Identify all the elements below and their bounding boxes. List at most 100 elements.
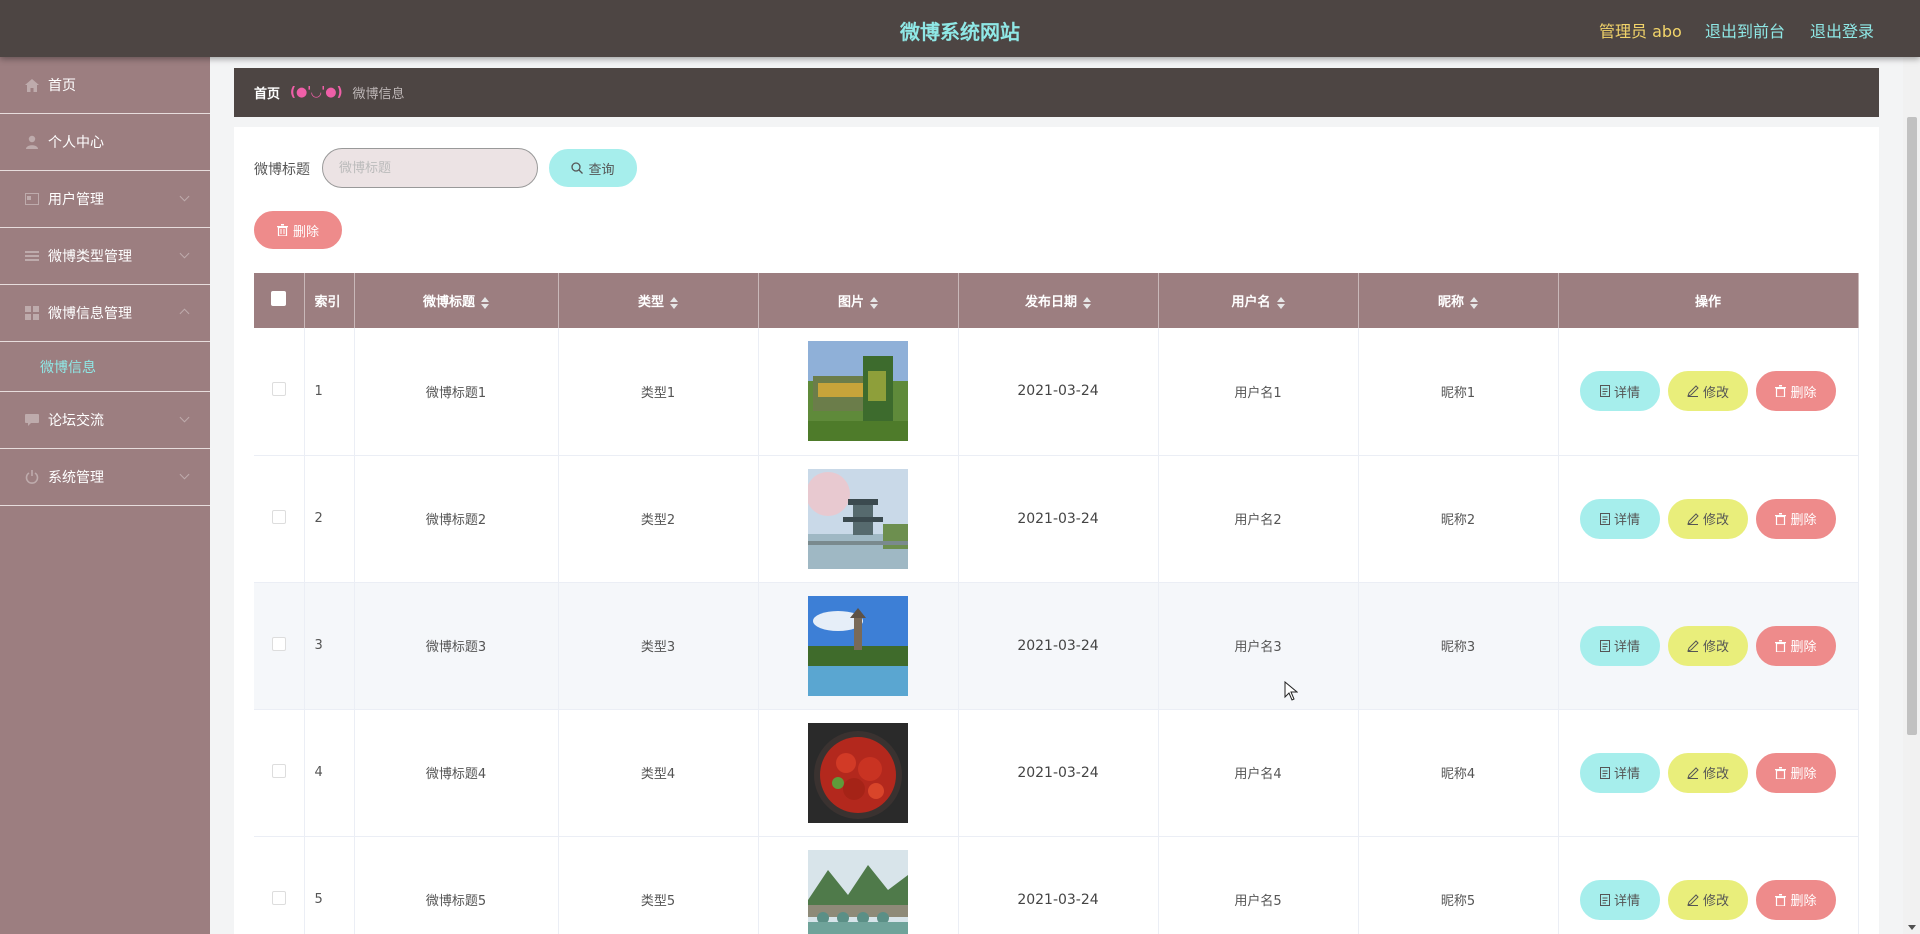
sidebar-item-forum[interactable]: 论坛交流 bbox=[0, 392, 210, 449]
scroll-down-arrow-icon[interactable] bbox=[1908, 925, 1916, 930]
breadcrumb-current: 微博信息 bbox=[352, 87, 405, 102]
table-row: 5 微博标题5 类型5 2021-03-24 用户名5 昵称5 详情 修改 删除 bbox=[254, 836, 1859, 934]
row-index: 2 bbox=[304, 455, 355, 582]
document-icon bbox=[1599, 512, 1610, 525]
list-icon bbox=[24, 249, 40, 263]
column-header-username[interactable]: 用户名 bbox=[1158, 273, 1359, 328]
row-checkbox[interactable] bbox=[271, 382, 286, 397]
breadcrumb: 首页 (●'◡'●) 微博信息 bbox=[234, 68, 1879, 117]
row-nickname: 昵称3 bbox=[1358, 582, 1559, 709]
sidebar-item-label: 系统管理 bbox=[48, 470, 104, 486]
row-index: 4 bbox=[304, 709, 355, 836]
select-all-checkbox[interactable] bbox=[271, 291, 287, 306]
edit-button[interactable]: 修改 bbox=[1668, 625, 1748, 666]
weibo-table: 索引 微博标题 类型 图片 发布日期 用户名 昵称 操作 1 微博标题1 类型1 bbox=[254, 273, 1859, 934]
batch-delete-button[interactable]: 删除 bbox=[254, 211, 342, 249]
column-header-date[interactable]: 发布日期 bbox=[958, 273, 1159, 328]
edit-button[interactable]: 修改 bbox=[1668, 498, 1748, 539]
document-icon bbox=[1599, 639, 1610, 652]
mouse-cursor-icon bbox=[1284, 681, 1298, 701]
row-index: 5 bbox=[304, 836, 355, 934]
sidebar-item-weibo-info-management[interactable]: 微博信息管理 bbox=[0, 285, 210, 342]
batch-delete-label: 删除 bbox=[292, 224, 319, 240]
row-title: 微博标题1 bbox=[354, 328, 559, 455]
sidebar-item-label: 微博类型管理 bbox=[48, 249, 132, 265]
trash-icon bbox=[276, 224, 288, 236]
breadcrumb-home[interactable]: 首页 bbox=[254, 83, 280, 102]
column-header-title[interactable]: 微博标题 bbox=[354, 273, 559, 328]
sort-icon[interactable] bbox=[1276, 296, 1285, 309]
sidebar-item-system-management[interactable]: 系统管理 bbox=[0, 449, 210, 506]
scrollbar-thumb[interactable] bbox=[1907, 117, 1917, 735]
pavilion-photo[interactable] bbox=[808, 468, 908, 569]
edit-button[interactable]: 修改 bbox=[1668, 371, 1748, 412]
detail-button[interactable]: 详情 bbox=[1580, 879, 1660, 920]
delete-button[interactable]: 删除 bbox=[1756, 625, 1836, 666]
bridge-photo[interactable] bbox=[808, 849, 908, 934]
column-header-index: 索引 bbox=[304, 273, 355, 328]
detail-button[interactable]: 详情 bbox=[1580, 371, 1660, 412]
detail-button[interactable]: 详情 bbox=[1580, 625, 1660, 666]
delete-button[interactable]: 删除 bbox=[1756, 498, 1836, 539]
search-button-label: 查询 bbox=[588, 162, 615, 178]
search-input[interactable] bbox=[322, 148, 538, 188]
sort-icon[interactable] bbox=[481, 296, 489, 309]
search-button[interactable]: 查询 bbox=[549, 149, 637, 187]
delete-button[interactable]: 删除 bbox=[1756, 752, 1836, 793]
select-all-cell bbox=[254, 273, 305, 328]
back-to-front-link[interactable]: 退出到前台 bbox=[1705, 18, 1785, 42]
document-icon bbox=[1599, 893, 1610, 906]
search-label: 微博标题 bbox=[254, 162, 310, 178]
chevron-down-icon bbox=[179, 412, 190, 423]
sidebar-subitem-weibo-info[interactable]: 微博信息 bbox=[0, 342, 210, 392]
chevron-down-icon bbox=[179, 191, 190, 202]
edit-button[interactable]: 修改 bbox=[1668, 879, 1748, 920]
home-icon bbox=[24, 78, 40, 92]
row-checkbox[interactable] bbox=[271, 763, 286, 778]
sort-icon[interactable] bbox=[670, 296, 678, 309]
row-checkbox[interactable] bbox=[271, 890, 286, 905]
row-type: 类型4 bbox=[558, 709, 759, 836]
detail-button[interactable]: 详情 bbox=[1580, 752, 1660, 793]
row-checkbox[interactable] bbox=[271, 509, 286, 524]
table-row: 4 微博标题4 类型4 2021-03-24 用户名4 昵称4 详情 修改 删除 bbox=[254, 709, 1859, 836]
vertical-scrollbar[interactable] bbox=[1903, 57, 1920, 934]
crayfish-photo[interactable] bbox=[808, 722, 908, 823]
row-title: 微博标题2 bbox=[354, 455, 559, 582]
delete-button[interactable]: 删除 bbox=[1756, 371, 1836, 412]
row-username: 用户名2 bbox=[1158, 455, 1359, 582]
column-header-nickname[interactable]: 昵称 bbox=[1358, 273, 1559, 328]
sort-icon[interactable] bbox=[870, 296, 878, 309]
row-checkbox[interactable] bbox=[271, 636, 286, 651]
row-title: 微博标题4 bbox=[354, 709, 559, 836]
row-type: 类型5 bbox=[558, 836, 759, 934]
users-icon bbox=[24, 192, 40, 206]
row-date: 2021-03-24 bbox=[958, 328, 1159, 455]
sidebar-item-weibo-type-management[interactable]: 微博类型管理 bbox=[0, 228, 210, 285]
row-index: 1 bbox=[304, 328, 355, 455]
sort-icon[interactable] bbox=[1470, 296, 1478, 309]
document-icon bbox=[1599, 766, 1610, 779]
table-header-row: 索引 微博标题 类型 图片 发布日期 用户名 昵称 操作 bbox=[254, 273, 1859, 328]
edit-button[interactable]: 修改 bbox=[1668, 752, 1748, 793]
sidebar-item-label: 微博信息管理 bbox=[48, 306, 132, 322]
delete-button[interactable]: 删除 bbox=[1756, 879, 1836, 920]
trash-icon bbox=[1775, 893, 1787, 906]
column-header-type[interactable]: 类型 bbox=[558, 273, 759, 328]
column-header-actions: 操作 bbox=[1558, 273, 1859, 328]
row-title: 微博标题5 bbox=[354, 836, 559, 934]
park-photo[interactable] bbox=[808, 341, 908, 442]
logout-link[interactable]: 退出登录 bbox=[1810, 18, 1874, 42]
column-header-image[interactable]: 图片 bbox=[758, 273, 959, 328]
lake-pagoda-photo[interactable] bbox=[808, 595, 908, 696]
detail-button[interactable]: 详情 bbox=[1580, 498, 1660, 539]
pencil-icon bbox=[1687, 512, 1699, 525]
row-date: 2021-03-24 bbox=[958, 709, 1159, 836]
sidebar-item-home[interactable]: 首页 bbox=[0, 57, 210, 114]
sidebar-item-user-management[interactable]: 用户管理 bbox=[0, 171, 210, 228]
grid-icon bbox=[24, 306, 40, 320]
sort-icon[interactable] bbox=[1083, 296, 1091, 309]
sidebar-item-label: 个人中心 bbox=[48, 135, 104, 151]
sidebar-item-label: 用户管理 bbox=[48, 192, 104, 208]
sidebar-item-personal-center[interactable]: 个人中心 bbox=[0, 114, 210, 171]
